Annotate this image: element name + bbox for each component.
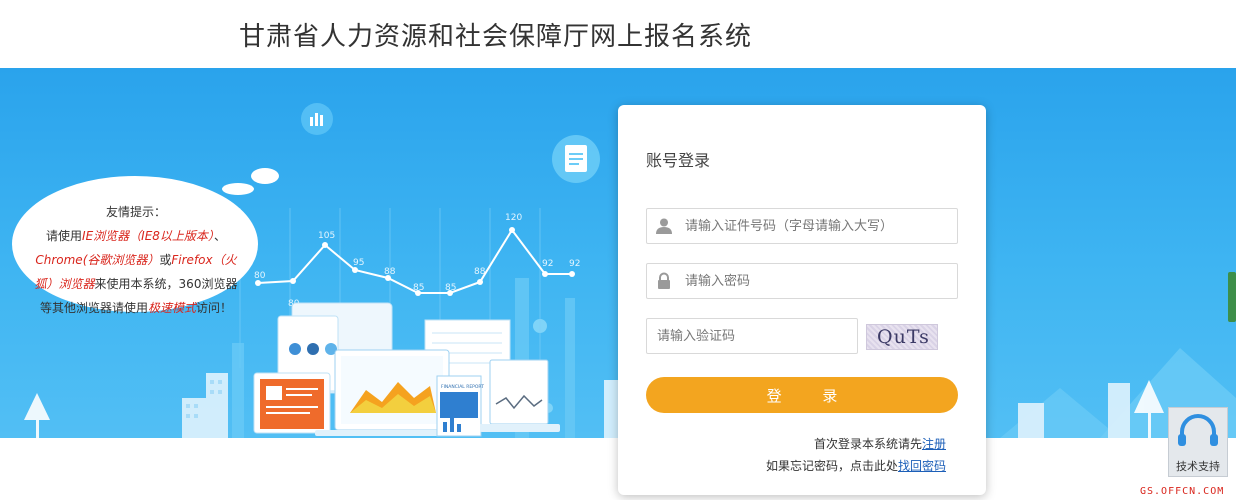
document-icon	[565, 145, 587, 172]
captcha-input[interactable]	[657, 319, 853, 353]
tip-heading: 友情提示：	[105, 205, 166, 219]
chart-label: 85	[445, 283, 456, 293]
chart-label: 92	[542, 259, 553, 269]
id-number-input[interactable]	[685, 209, 951, 243]
register-line: 首次登录本系统请先注册	[814, 435, 946, 452]
tip-line4-end: 访问！	[196, 301, 233, 315]
chart-label: 92	[569, 259, 580, 269]
tip-firefox-browser: Firefox（火	[171, 253, 237, 267]
login-title: 账号登录	[646, 151, 711, 170]
chart-label: 105	[318, 231, 335, 241]
watermark: GS.OFFCN.COM	[1140, 486, 1225, 497]
forgot-line: 如果忘记密码，点击此处找回密码	[766, 457, 946, 474]
support-widget[interactable]: 技术支持	[1168, 407, 1228, 477]
chart-label: 120	[505, 213, 522, 223]
user-icon	[656, 218, 672, 234]
tip-ie-browser: IE浏览器（IE8以上版本）	[82, 229, 214, 243]
chart-label: 88	[474, 267, 486, 277]
left-tree-icon	[24, 393, 50, 438]
password-input[interactable]	[685, 264, 951, 298]
tip-line1-sep: 、	[213, 229, 226, 243]
id-number-field[interactable]	[646, 208, 958, 244]
laptop-illustration	[480, 359, 560, 432]
header: 甘肃省人力资源和社会保障厅网上报名系统	[0, 0, 1236, 68]
headset-icon	[1178, 414, 1218, 446]
chart-label: 80	[254, 271, 266, 281]
captcha-image[interactable]: QuTs	[866, 324, 938, 350]
chart-label: 95	[353, 258, 364, 268]
forgot-prompt: 如果忘记密码，点击此处	[765, 459, 898, 473]
register-prompt: 首次登录本系统请先	[813, 437, 922, 451]
captcha-field[interactable]	[646, 318, 858, 354]
login-card: 账号登录 QuTs 登 录 首次登录本系统请先注册 如果忘记密码	[618, 105, 986, 495]
lock-icon	[658, 272, 670, 289]
password-field[interactable]	[646, 263, 958, 299]
site-title: 甘肃省人力资源和社会保障厅网上报名系统	[239, 22, 753, 52]
financial-report-illustration: FINANCIAL REPORT	[436, 375, 484, 437]
chart-label: 85	[413, 283, 424, 293]
forgot-password-link[interactable]: 找回密码	[898, 459, 946, 473]
tip-chrome-browser: Chrome(谷歌浏览器）	[35, 253, 160, 267]
login-button[interactable]: 登 录	[646, 377, 958, 413]
support-label: 技术支持	[1176, 460, 1220, 473]
paper-plane-icon	[222, 168, 279, 195]
page: 甘肃省人力资源和社会保障厅网上报名系统 80 105 95 88 85 85 8…	[0, 0, 1236, 500]
tip-speed-mode: 极速模式	[147, 301, 196, 315]
report-caption: FINANCIAL REPORT	[441, 384, 484, 390]
tip-firefox-browser-2: 狐）浏览器	[34, 277, 95, 291]
tip-or: 或	[159, 253, 172, 267]
tablet-illustration	[253, 372, 331, 434]
register-link[interactable]: 注册	[922, 437, 946, 451]
chart-label: 88	[384, 267, 396, 277]
tip-line4-text: 等其他浏览器请使用	[39, 301, 148, 315]
scrollbar-thumb[interactable]	[1228, 272, 1236, 322]
tip-text: 友情提示： 请使用IE浏览器（IE8以上版本）、 Chrome(谷歌浏览器）或F…	[18, 200, 254, 320]
tip-line3-text: 来使用本系统，360浏览器	[94, 277, 238, 291]
captcha-text: QuTs	[877, 326, 930, 348]
tip-line1-text: 请使用	[46, 229, 83, 243]
